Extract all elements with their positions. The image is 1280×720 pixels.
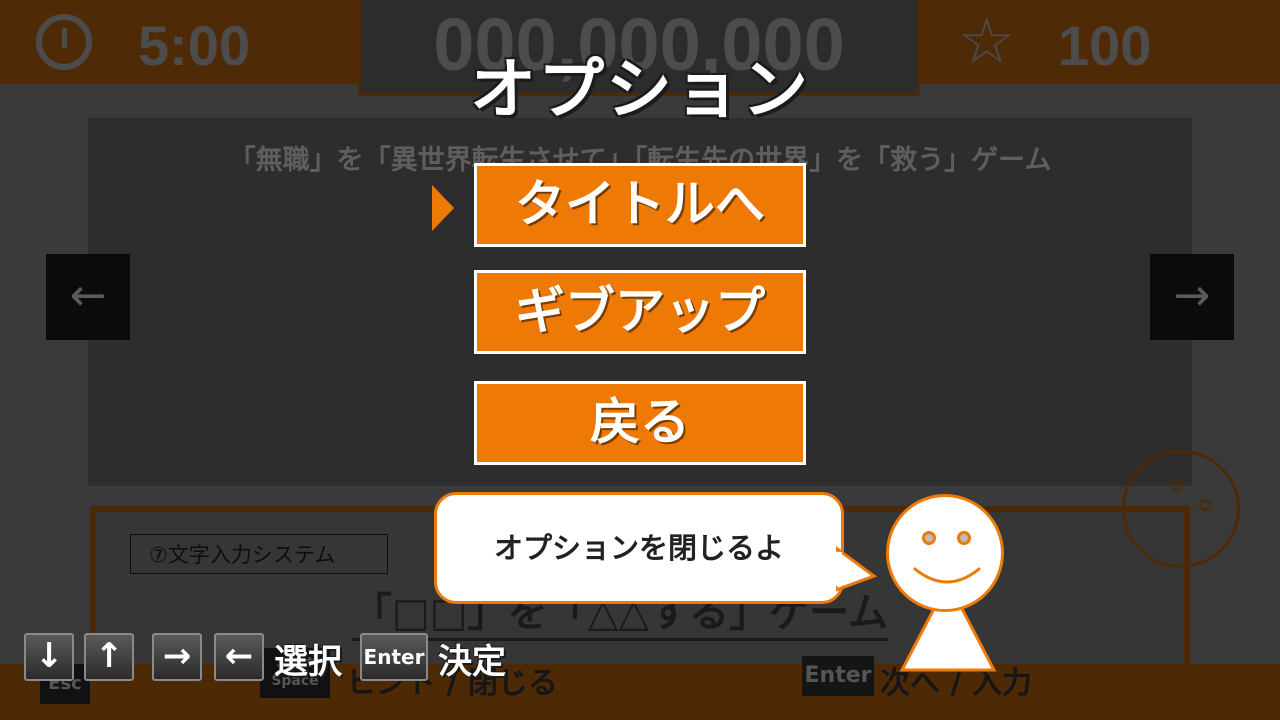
options-title: オプション — [470, 51, 810, 128]
back-button[interactable]: 戻る — [474, 381, 806, 465]
decide-hint-label: 決定 — [438, 642, 506, 682]
to-title-button[interactable]: タイトルへ — [474, 163, 806, 247]
mascot-eye — [957, 531, 971, 545]
mascot-smile — [913, 567, 981, 584]
speech-bubble-tail — [836, 546, 878, 592]
speech-bubble: オプションを閉じるよ — [434, 492, 844, 604]
lesson-label: ⑦文字入力システム — [130, 534, 388, 574]
right-key-icon: → — [152, 633, 202, 681]
mascot-face-icon — [886, 494, 1004, 612]
give-up-button[interactable]: ギブアップ — [474, 270, 806, 354]
up-key-icon: ↑ — [84, 633, 134, 681]
background-face-icon — [1122, 450, 1240, 568]
select-hint-label: 選択 — [274, 642, 342, 682]
down-key-icon: ↓ — [24, 633, 74, 681]
background-face-eye — [1199, 499, 1211, 511]
enter-key-bg-icon: Enter — [802, 656, 874, 696]
selection-cursor-icon — [430, 183, 454, 233]
mascot-eye — [922, 531, 936, 545]
enter-key-icon: Enter — [360, 633, 428, 681]
next-arrow-button[interactable]: → — [1150, 254, 1234, 340]
left-key-icon: ← — [214, 633, 264, 681]
background-face-eye — [1171, 479, 1183, 491]
prev-arrow-button[interactable]: ← — [46, 254, 130, 340]
